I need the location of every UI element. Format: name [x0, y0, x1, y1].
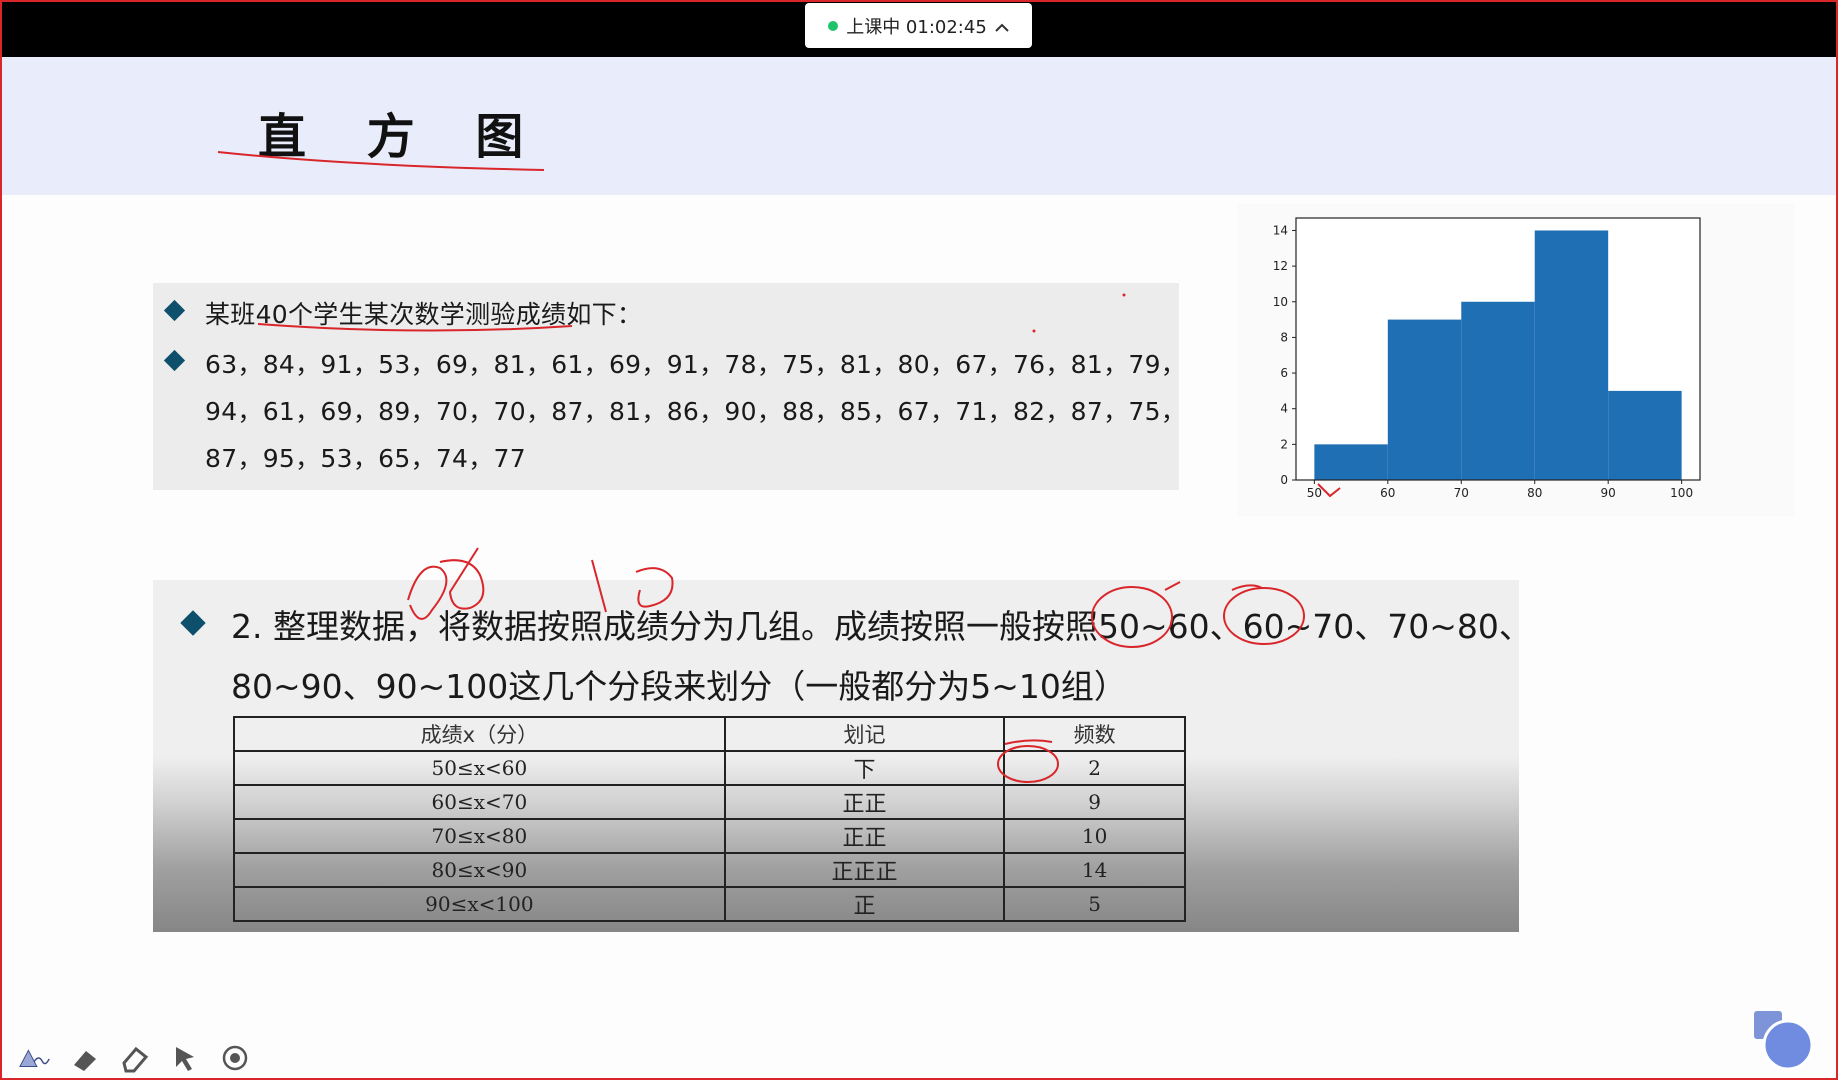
histogram-bar [1387, 319, 1462, 480]
table-row: 50≤x<60 下 2 [233, 750, 1186, 786]
table-cell-range: 90≤x<100 [233, 886, 726, 922]
session-status-pill[interactable]: 上课中 01:02:45 [805, 3, 1032, 48]
bullet-diamond-icon [163, 299, 186, 322]
table-header-score: 成绩x（分） [233, 716, 726, 752]
table-cell-range: 70≤x<80 [233, 818, 726, 854]
histogram-panel: 50 60 70 80 90 100 0 2 4 6 8 10 12 14 [1238, 204, 1794, 516]
table-cell-frequency: 2 [1003, 750, 1186, 786]
y-tick-label: 4 [1280, 402, 1288, 416]
y-tick-label: 12 [1273, 259, 1288, 273]
table-header-row: 成绩x（分） 划记 频数 [233, 716, 1186, 752]
x-tick-label: 70 [1454, 486, 1469, 500]
step-line-2: 80~90、90~100这几个分段来划分（一般都分为5~10组） [231, 667, 1127, 706]
histogram-bar [1534, 230, 1609, 480]
x-tick-label: 90 [1601, 486, 1616, 500]
scores-panel: 某班40个学生某次数学测验成绩如下： 63，84，91，53，69，81，61，… [153, 283, 1186, 490]
y-tick-label: 14 [1273, 223, 1288, 237]
histogram-bar [1314, 444, 1388, 480]
table-cell-frequency: 9 [1003, 784, 1186, 820]
scores-line-2: 94，61，69，89，70，70，87，81，86，90，88，85，67，7… [205, 397, 1187, 426]
histogram-bar [1608, 390, 1682, 480]
y-tick-label: 2 [1280, 437, 1288, 451]
table-cell-tally: 正 [723, 886, 1006, 922]
histogram-chart: 50 60 70 80 90 100 0 2 4 6 8 10 12 14 [1273, 217, 1701, 500]
page-title: 直 方 图 [258, 109, 546, 165]
table-header-tally: 划记 [723, 716, 1006, 752]
step-panel: 2. 整理数据，将数据按照成绩分为几组。成绩按照一般按照50~60、60~70、… [153, 580, 1532, 932]
table-cell-range: 80≤x<90 [233, 852, 726, 888]
top-bar: 上课中 01:02:45 [0, 0, 1838, 57]
table-cell-frequency: 10 [1003, 818, 1186, 854]
table-cell-range: 60≤x<70 [233, 784, 726, 820]
bullet-diamond-icon [180, 610, 206, 636]
table-row: 90≤x<100 正 5 [233, 886, 1186, 922]
x-tick-label: 80 [1527, 486, 1542, 500]
highlighter-icon[interactable] [68, 1041, 102, 1075]
x-tick-label: 100 [1670, 486, 1693, 500]
scores-line-1: 63，84，91，53，69，81，61，69，91，78，75，81，80，6… [205, 350, 1187, 379]
scores-intro: 某班40个学生某次数学测验成绩如下： [205, 300, 643, 329]
annotation-toolbar [18, 1038, 252, 1078]
table-cell-tally: 正正正 [723, 852, 1006, 888]
table-row: 70≤x<80 正正 10 [233, 818, 1186, 854]
live-indicator-icon [828, 20, 839, 31]
record-icon[interactable] [218, 1041, 252, 1075]
y-tick-label: 6 [1280, 366, 1288, 380]
scores-line-3: 87，95，53，65，74，77 [205, 444, 526, 473]
histogram-bar [1461, 301, 1535, 480]
step-line-1: 2. 整理数据，将数据按照成绩分为几组。成绩按照一般按照50~60、60~70、… [231, 607, 1532, 646]
y-tick-label: 0 [1280, 473, 1288, 487]
floating-menu-button[interactable] [1752, 1009, 1816, 1073]
y-tick-label: 8 [1280, 330, 1288, 344]
table-cell-tally: 正正 [723, 818, 1006, 854]
x-tick-label: 50 [1307, 486, 1322, 500]
x-tick-label: 60 [1380, 486, 1395, 500]
bullet-diamond-icon [163, 349, 186, 372]
table-cell-range: 50≤x<60 [233, 750, 726, 786]
menu-bubble-icon [1754, 1011, 1814, 1071]
table-row: 80≤x<90 正正正 14 [233, 852, 1186, 888]
y-tick-label: 10 [1273, 295, 1288, 309]
table-header-frequency: 频数 [1003, 716, 1186, 752]
chevron-up-icon[interactable] [995, 18, 1009, 37]
table-cell-frequency: 14 [1003, 852, 1186, 888]
table-cell-frequency: 5 [1003, 886, 1186, 922]
eraser-icon[interactable] [118, 1041, 152, 1075]
pen-icon[interactable] [18, 1041, 52, 1075]
table-cell-tally: 下 [723, 750, 1006, 786]
table-row: 60≤x<70 正正 9 [233, 784, 1186, 820]
session-status-text: 上课中 01:02:45 [846, 16, 987, 38]
frequency-table: 成绩x（分） 划记 频数 50≤x<60 下 2 60≤x<70 正正 9 70… [233, 716, 1186, 922]
pointer-icon[interactable] [168, 1041, 202, 1075]
table-cell-tally: 正正 [723, 784, 1006, 820]
